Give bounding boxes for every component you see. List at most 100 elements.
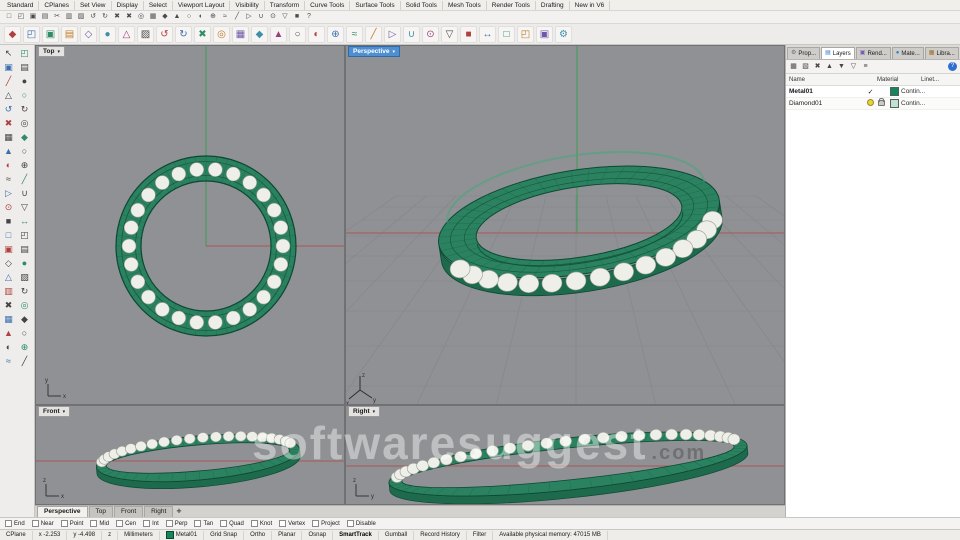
loft-tool-icon[interactable]: ⊙ — [422, 26, 439, 43]
units-settings-icon[interactable]: ⊙ — [268, 12, 278, 22]
copy-icon[interactable]: ▥ — [1, 285, 16, 298]
osnap-near-checkbox[interactable] — [32, 520, 39, 527]
vtab-right[interactable]: Right — [144, 506, 173, 517]
rotate-tool-icon[interactable]: ◎ — [213, 26, 230, 43]
patch-surface-icon[interactable]: ⊕ — [17, 159, 32, 172]
layer-linetype[interactable]: Contin... — [901, 100, 960, 107]
join-tool-icon[interactable]: ⊕ — [327, 26, 344, 43]
move-tool-icon[interactable]: ↻ — [175, 26, 192, 43]
menu-item-solid-tools[interactable]: Solid Tools — [401, 1, 443, 10]
notes-icon[interactable]: ▽ — [280, 12, 290, 22]
trim-tool-icon[interactable]: ○ — [289, 26, 306, 43]
status-x-2-253[interactable]: x -2.253 — [33, 531, 68, 540]
osnap-perp-checkbox[interactable] — [166, 520, 173, 527]
move-layer-up-icon[interactable]: ▲ — [825, 62, 834, 71]
menu-item-surface-tools[interactable]: Surface Tools — [350, 1, 400, 10]
layer-name[interactable]: Diamond01 — [786, 100, 865, 107]
boolean-union-icon[interactable]: ↔ — [479, 26, 496, 43]
rotate-view-icon[interactable]: ▲ — [172, 12, 182, 22]
hatch-icon[interactable]: ╱ — [17, 355, 32, 368]
viewport-menu-caret-icon[interactable]: ▾ — [63, 409, 66, 415]
vtab-perspective[interactable]: Perspective — [37, 506, 88, 517]
new-viewport-tab-icon[interactable]: ✚ — [176, 507, 181, 517]
osnap-vertex-checkbox[interactable] — [279, 520, 286, 527]
osnap-tan-checkbox[interactable] — [194, 520, 201, 527]
current-layer-check-icon[interactable]: ✓ — [865, 88, 876, 96]
viewport-menu-caret-icon[interactable]: ▾ — [373, 409, 376, 415]
render-preview-icon[interactable]: ⊕ — [208, 12, 218, 22]
osnap-disable[interactable]: Disable — [347, 520, 376, 527]
viewport-top-title[interactable]: Top ▾ — [38, 46, 65, 57]
menu-item-new-in-v6[interactable]: New in V6 — [570, 1, 611, 10]
menu-item-drafting[interactable]: Drafting — [536, 1, 570, 10]
redo-icon[interactable]: ↻ — [100, 12, 110, 22]
osnap-disable-checkbox[interactable] — [347, 520, 354, 527]
osnap-cen[interactable]: Cen — [116, 520, 136, 527]
panel-tab-libra[interactable]: ▦Libra... — [925, 47, 959, 59]
column-linetype[interactable]: Linet... — [921, 77, 960, 83]
viewport-menu-caret-icon[interactable]: ▾ — [57, 49, 60, 55]
sweep-tool-icon[interactable]: ■ — [460, 26, 477, 43]
scale-icon[interactable]: ✖ — [1, 299, 16, 312]
viewport-top[interactable]: Top ▾ yx — [35, 45, 345, 405]
osnap-cen-checkbox[interactable] — [116, 520, 123, 527]
array-tool-icon[interactable]: ▲ — [270, 26, 287, 43]
osnap-mid[interactable]: Mid — [90, 520, 109, 527]
viewport-menu-caret-icon[interactable]: ▾ — [393, 49, 396, 55]
panel-tab-mate[interactable]: ●Mate... — [892, 47, 924, 59]
menu-item-display[interactable]: Display — [112, 1, 144, 10]
menu-item-transform[interactable]: Transform — [265, 1, 305, 10]
undo-icon[interactable]: ↺ — [88, 12, 98, 22]
menu-item-standard[interactable]: Standard — [2, 1, 39, 10]
vtab-top[interactable]: Top — [89, 506, 113, 517]
mirror-icon[interactable]: ◎ — [17, 299, 32, 312]
osnap-project-checkbox[interactable] — [312, 520, 319, 527]
column-material[interactable]: Material — [877, 77, 921, 83]
layer-row-diamond01[interactable]: Diamond01 Contin... — [786, 98, 960, 110]
panel-tab-rend[interactable]: ▣Rend... — [856, 47, 891, 59]
circle-icon[interactable]: ○ — [17, 89, 32, 102]
explode-icon[interactable]: △ — [1, 271, 16, 284]
menu-item-set-view[interactable]: Set View — [75, 1, 112, 10]
shaded-display-icon[interactable]: ○ — [184, 12, 194, 22]
fillet-curves-icon[interactable]: □ — [1, 229, 16, 242]
print-model-icon[interactable]: △ — [118, 26, 135, 43]
mirror-tool-icon[interactable]: ◆ — [251, 26, 268, 43]
torus-solid-icon[interactable]: ⊙ — [1, 201, 16, 214]
menu-item-visibility[interactable]: Visibility — [230, 1, 264, 10]
layer-visibility-bulb-icon[interactable] — [865, 99, 876, 108]
layer-material-swatch[interactable] — [890, 99, 899, 108]
ellipse-icon[interactable]: ↻ — [17, 103, 32, 116]
osnap-quad-checkbox[interactable] — [220, 520, 227, 527]
osnap-int-checkbox[interactable] — [143, 520, 150, 527]
new-sublayer-icon[interactable]: ▧ — [801, 62, 810, 71]
layer-name[interactable]: Metal01 — [786, 88, 865, 95]
text-icon[interactable]: ≈ — [1, 355, 16, 368]
status-cplane[interactable]: CPlane — [0, 531, 33, 540]
gumball-icon[interactable]: ◆ — [17, 313, 32, 326]
panel-tab-layers[interactable]: ▤Layers — [821, 47, 855, 59]
analyze-icon[interactable]: ◐ — [1, 341, 16, 354]
polyline-icon[interactable]: ● — [17, 75, 32, 88]
layer-color-cell[interactable] — [887, 99, 901, 108]
status-osnap[interactable]: Osnap — [302, 531, 333, 540]
object-snap-icon[interactable]: ○ — [17, 327, 32, 340]
new-file-icon[interactable]: □ — [4, 12, 14, 22]
osnap-project[interactable]: Project — [312, 520, 340, 527]
menu-item-select[interactable]: Select — [144, 1, 173, 10]
zoom-window-icon[interactable]: ▦ — [148, 12, 158, 22]
chamfer-tool-icon[interactable]: ▷ — [384, 26, 401, 43]
viewport-front-title[interactable]: Front ▾ — [38, 406, 70, 417]
osnap-point[interactable]: Point — [61, 520, 84, 527]
osnap-near[interactable]: Near — [32, 520, 54, 527]
undo-multiple-icon[interactable]: ▨ — [137, 26, 154, 43]
properties-panel-icon[interactable]: ╱ — [232, 12, 242, 22]
panel-help-icon[interactable]: ? — [948, 62, 957, 71]
point-cloud-icon[interactable]: ▤ — [17, 61, 32, 74]
layer-panel-icon[interactable]: ≈ — [220, 12, 230, 22]
layer-tools-icon[interactable]: ≡ — [861, 62, 870, 71]
top-view-canvas[interactable]: yx — [36, 46, 345, 405]
menu-item-curve-tools[interactable]: Curve Tools — [305, 1, 350, 10]
grid-toggle-icon[interactable]: ∪ — [256, 12, 266, 22]
osnap-mid-checkbox[interactable] — [90, 520, 97, 527]
